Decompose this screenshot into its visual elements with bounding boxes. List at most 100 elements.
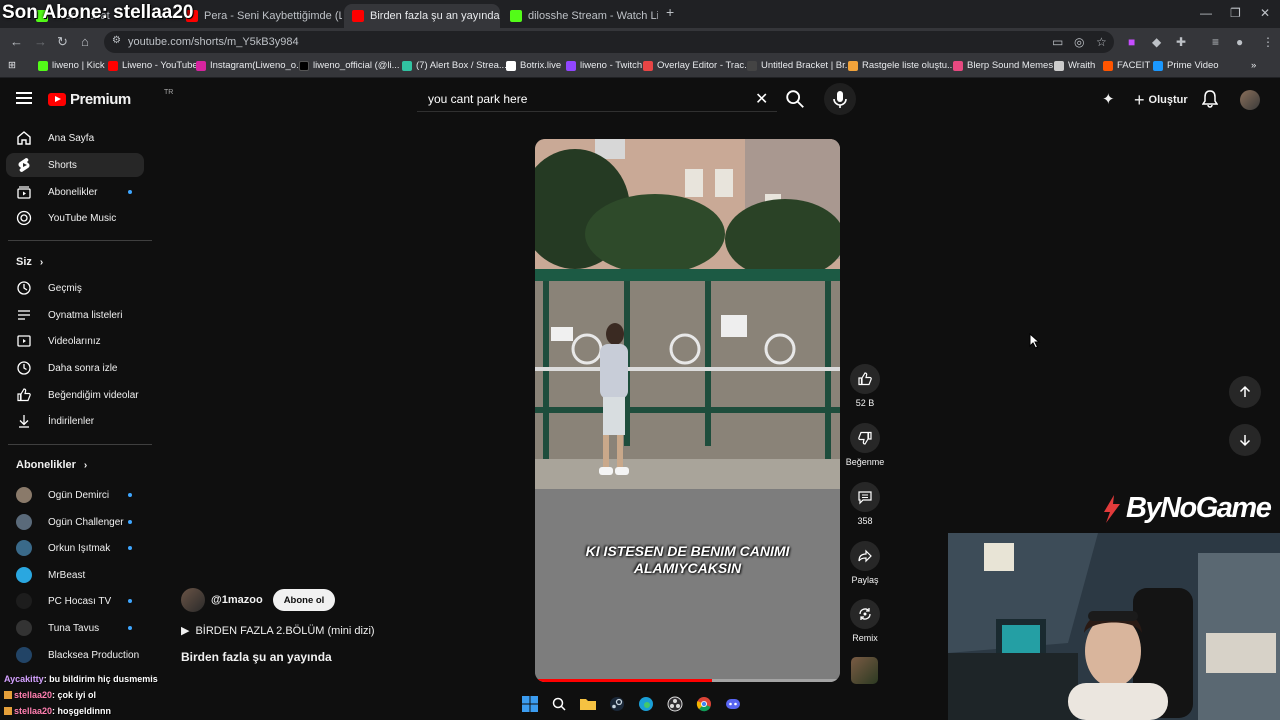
sidebar-item-history[interactable]: Geçmiş [6, 276, 144, 300]
chrome-icon[interactable] [694, 694, 714, 714]
bookmark-item[interactable]: (7) Alert Box / Strea... [402, 60, 507, 71]
new-content-dot [128, 626, 132, 630]
create-button[interactable]: + Oluştur [1126, 88, 1196, 112]
sidebar-subscription-item[interactable]: Ogün Demirci [6, 483, 144, 507]
restore-icon[interactable]: ❐ [1230, 6, 1241, 20]
subscribe-button[interactable]: Abone ol [272, 589, 336, 611]
extension-icon[interactable]: ■ [1128, 35, 1135, 49]
bookmark-item[interactable]: liweno | Kick [38, 60, 105, 71]
apps-grid-icon[interactable]: ⊞ [8, 60, 16, 71]
video-progress-bar[interactable] [535, 679, 840, 682]
install-app-icon[interactable]: ▭ [1052, 35, 1063, 49]
sidebar-subscription-item[interactable]: Ogün Challenger [6, 510, 144, 534]
bookmark-item[interactable]: Liweno - YouTube [108, 60, 198, 71]
comment-count: 358 [857, 516, 873, 526]
media-controls-icon[interactable]: ≡ [1212, 35, 1219, 49]
back-icon[interactable]: ← [10, 34, 23, 49]
shorts-video-player[interactable]: KI ISTESEN DE BENIM CANIMI ALAMIYCAKSIN [535, 139, 840, 682]
edge-icon[interactable] [636, 694, 656, 714]
sidebar-item-shorts[interactable]: Shorts [6, 153, 144, 177]
clear-search-icon[interactable]: ✕ [755, 89, 768, 109]
sidebar-subscription-item[interactable]: MrBeast [6, 563, 144, 587]
sidebar-subscriptions-heading[interactable]: Abonelikler › [16, 459, 87, 471]
share-button[interactable]: Paylaş [845, 541, 885, 585]
close-window-icon[interactable]: ✕ [1260, 6, 1270, 20]
sidebar-subscription-item[interactable]: Orkun Işıtmak [6, 536, 144, 560]
sound-thumbnail[interactable] [851, 657, 878, 684]
tracking-icon[interactable]: ◎ [1074, 35, 1084, 49]
sidebar-item-subscriptions[interactable]: Abonelikler [6, 180, 144, 204]
bookmark-item[interactable]: Overlay Editor - Trac... [643, 60, 752, 71]
profile-icon[interactable]: ● [1236, 35, 1243, 49]
remix-button[interactable]: Remix [845, 599, 885, 643]
sidebar-item-downloads[interactable]: İndirilenler [6, 409, 144, 433]
sidebar-item-playlists[interactable]: Oynatma listeleri [6, 303, 144, 327]
next-short-button[interactable] [1229, 424, 1261, 456]
sidebar-item-liked-videos[interactable]: Beğendiğim videolar [6, 383, 144, 407]
sidebar-item-watch-later[interactable]: Daha sonra izle [6, 356, 144, 380]
browser-tab[interactable]: Pera - Seni Kaybettiğimde (Lyric ✕ [178, 4, 342, 28]
obs-icon[interactable] [665, 694, 685, 714]
tab-label: dilosshe Stream - Watch Live o [528, 10, 658, 22]
bookmark-item[interactable]: Botrix.live [506, 60, 561, 71]
bookmark-item[interactable]: Untitled Bracket | Br... [747, 60, 853, 71]
sidebar-subscription-item[interactable]: Blacksea Production [6, 643, 144, 667]
minimize-icon[interactable]: — [1200, 6, 1212, 20]
voice-search-button[interactable] [824, 83, 856, 115]
forward-icon[interactable]: → [34, 34, 47, 49]
bookmark-item[interactable]: Wraith [1054, 60, 1095, 71]
new-tab-icon[interactable]: + [666, 4, 674, 20]
dislike-button[interactable]: Beğenme [845, 423, 885, 467]
windows-start-icon[interactable] [520, 694, 540, 714]
extension-icon[interactable]: ◆ [1152, 35, 1161, 49]
menu-icon[interactable] [16, 92, 32, 104]
search-input[interactable] [417, 86, 747, 112]
comment-icon [858, 491, 872, 505]
video-title[interactable]: Birden fazla şu an yayında [181, 650, 332, 664]
comments-button[interactable]: 358 [845, 482, 885, 526]
file-explorer-icon[interactable] [578, 694, 598, 714]
youtube-premium-logo[interactable]: Premium TR [48, 89, 173, 108]
new-content-dot [128, 546, 132, 550]
mouse-cursor-icon [1029, 333, 1041, 349]
previous-short-button[interactable] [1229, 376, 1261, 408]
sidebar-item-your-videos[interactable]: Videolarınız [6, 329, 144, 353]
bookmark-item[interactable]: Blerp Sound Memes... [953, 60, 1061, 71]
steam-icon[interactable] [607, 694, 627, 714]
more-bookmarks-icon[interactable]: » [1251, 60, 1256, 71]
like-button[interactable]: 52 B [845, 364, 885, 408]
channel-avatar[interactable] [181, 588, 205, 612]
extensions-puzzle-icon[interactable]: ✚ [1176, 35, 1186, 49]
browser-tab-active[interactable]: Birden fazla şu an yayında 🔊 ✕ [344, 4, 500, 28]
reload-icon[interactable]: ↻ [57, 34, 68, 50]
bookmark-item[interactable]: liweno_official (@li... [299, 60, 400, 71]
sidebar-subscription-item[interactable]: Tuna Tavus [6, 616, 144, 640]
bookmarks-bar: ⊞ liweno | Kick Liweno - YouTube Instagr… [0, 56, 1280, 78]
sidebar-subscription-item[interactable]: PC Hocası TV [6, 589, 144, 613]
site-info-icon[interactable]: ⚙ [112, 35, 121, 46]
playlist-link[interactable]: ▶ BİRDEN FAZLA 2.BÖLÜM (mini dizi) [181, 624, 375, 638]
search-button[interactable] [784, 88, 806, 110]
bookmark-item[interactable]: Rastgele liste oluştu... [848, 60, 955, 71]
notifications-bell-icon[interactable] [1201, 90, 1219, 113]
video-progress-fill [535, 679, 712, 682]
gemini-icon[interactable]: ✦ [1102, 90, 1115, 108]
bookmark-item[interactable]: Instagram(Liweno_o... [196, 60, 304, 71]
bookmark-item[interactable]: Prime Video [1153, 60, 1219, 71]
browser-tab[interactable]: dilosshe Stream - Watch Live o ✕ [502, 4, 658, 28]
menu-kebab-icon[interactable]: ⋮ [1262, 35, 1274, 49]
account-avatar[interactable] [1240, 90, 1260, 110]
bookmark-item[interactable]: liweno - Twitch [566, 60, 642, 71]
microphone-icon [833, 91, 847, 108]
home-browser-icon[interactable]: ⌂ [81, 34, 89, 49]
discord-icon[interactable] [723, 694, 743, 714]
sidebar-item-home[interactable]: Ana Sayfa [6, 126, 144, 150]
sidebar-you-heading[interactable]: Siz › [16, 256, 43, 268]
address-bar[interactable]: ⚙ youtube.com/shorts/m_Y5kB3y984 [104, 31, 1114, 53]
bookmark-star-icon[interactable]: ☆ [1096, 35, 1107, 49]
bookmark-item[interactable]: FACEIT [1103, 60, 1150, 71]
channel-avatar [16, 647, 32, 663]
channel-handle[interactable]: @1mazoo [211, 594, 263, 606]
taskbar-search-icon[interactable] [549, 694, 569, 714]
sidebar-item-youtube-music[interactable]: YouTube Music [6, 206, 144, 230]
